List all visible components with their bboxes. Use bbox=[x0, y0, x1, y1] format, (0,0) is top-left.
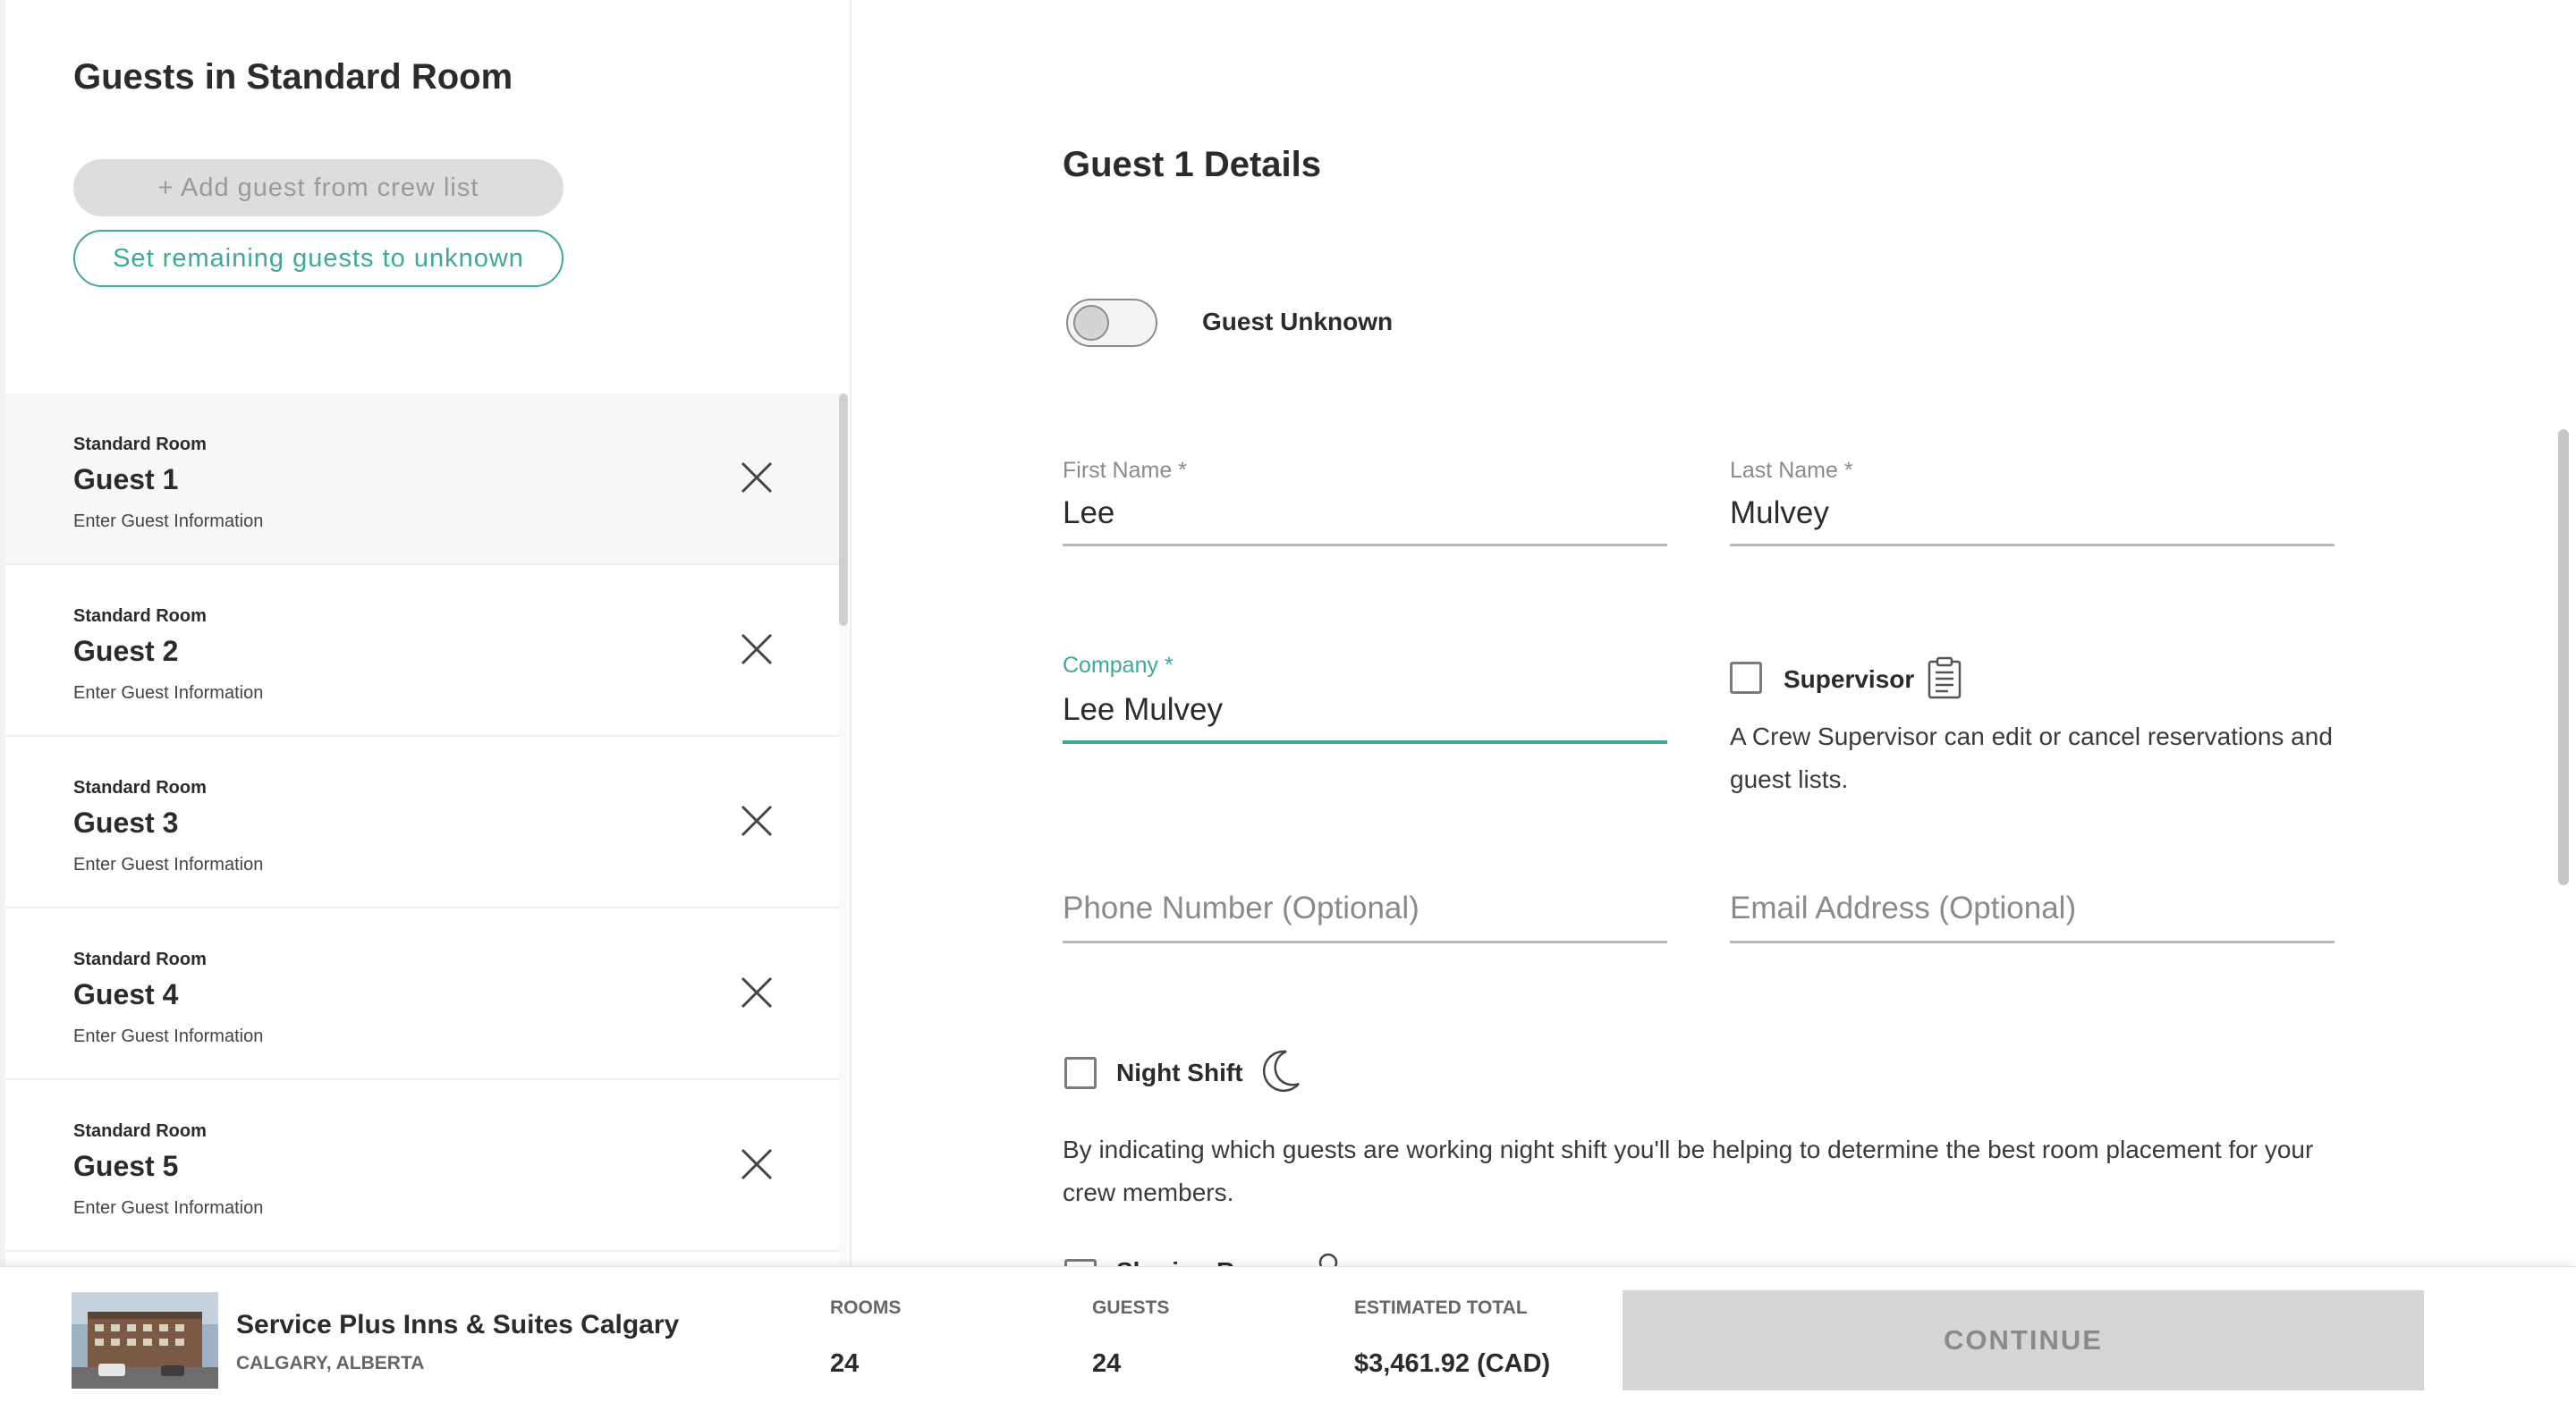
first-name-label: First Name * bbox=[1063, 458, 1187, 483]
first-name-input[interactable] bbox=[1063, 490, 1667, 537]
guest-subtitle: Enter Guest Information bbox=[73, 511, 264, 531]
moon-icon bbox=[1262, 1050, 1300, 1093]
booking-summary-bar: Service Plus Inns & Suites Calgary CALGA… bbox=[0, 1266, 2576, 1411]
toggle-knob bbox=[1073, 305, 1109, 341]
form-title: Guest 1 Details bbox=[1063, 145, 1322, 184]
company-input[interactable] bbox=[1063, 687, 1667, 733]
guest-list-item[interactable]: Standard Room Guest 1 Enter Guest Inform… bbox=[5, 393, 844, 565]
guest-subtitle: Enter Guest Information bbox=[73, 683, 264, 703]
guest-name: Guest 3 bbox=[73, 807, 179, 839]
field-underline bbox=[1730, 941, 2334, 943]
first-name-field: First Name * bbox=[1063, 458, 1667, 547]
estimated-total-value: $3,461.92 (CAD) bbox=[1354, 1349, 1551, 1378]
app-root: Guests in Standard Room + Add guest from… bbox=[0, 0, 2576, 1411]
page-scrollbar[interactable] bbox=[2558, 429, 2569, 885]
night-shift-checkbox[interactable] bbox=[1064, 1057, 1097, 1089]
field-underline bbox=[1063, 740, 1667, 744]
guest-list-item[interactable]: Standard Room Guest 2 Enter Guest Inform… bbox=[5, 565, 844, 737]
last-name-input[interactable] bbox=[1730, 490, 2334, 537]
guest-list: Standard Room Guest 1 Enter Guest Inform… bbox=[5, 393, 844, 1270]
rooms-label: ROOMS bbox=[830, 1297, 902, 1318]
company-field: Company * bbox=[1063, 653, 1667, 746]
remove-guest-icon[interactable] bbox=[739, 975, 775, 1010]
field-underline bbox=[1730, 544, 2334, 546]
room-type-label: Standard Room bbox=[73, 435, 207, 454]
room-type-label: Standard Room bbox=[73, 1121, 207, 1141]
room-type-label: Standard Room bbox=[73, 778, 207, 798]
guest-list-item[interactable]: Standard Room Guest 3 Enter Guest Inform… bbox=[5, 737, 844, 908]
last-name-field: Last Name * bbox=[1730, 458, 2334, 547]
add-guest-from-crew-button[interactable]: + Add guest from crew list bbox=[73, 159, 564, 216]
room-type-label: Standard Room bbox=[73, 606, 207, 626]
supervisor-help-text: A Crew Supervisor can edit or cancel res… bbox=[1730, 722, 2333, 793]
remove-guest-icon[interactable] bbox=[739, 460, 775, 495]
guest-list-item[interactable]: Standard Room Guest 5 Enter Guest Inform… bbox=[5, 1080, 844, 1252]
guest-list-item[interactable]: Standard Room Guest 4 Enter Guest Inform… bbox=[5, 908, 844, 1080]
phone-input[interactable] bbox=[1063, 885, 1667, 932]
panel-title: Guests in Standard Room bbox=[73, 57, 513, 97]
remove-guest-icon[interactable] bbox=[739, 803, 775, 839]
last-name-label: Last Name * bbox=[1730, 458, 1853, 483]
guest-name: Guest 4 bbox=[73, 978, 179, 1010]
guest-unknown-toggle[interactable] bbox=[1066, 299, 1157, 347]
field-underline bbox=[1063, 544, 1667, 546]
supervisor-label: Supervisor bbox=[1784, 665, 1915, 693]
guest-unknown-label: Guest Unknown bbox=[1202, 308, 1394, 335]
remove-guest-icon[interactable] bbox=[739, 631, 775, 667]
guest-name: Guest 2 bbox=[73, 635, 179, 667]
estimated-total-label: ESTIMATED TOTAL bbox=[1354, 1297, 1528, 1318]
continue-button[interactable]: CONTINUE bbox=[1623, 1290, 2424, 1390]
guest-list-panel: Guests in Standard Room + Add guest from… bbox=[0, 0, 852, 1270]
supervisor-checkbox[interactable] bbox=[1730, 662, 1762, 694]
room-type-label: Standard Room bbox=[73, 950, 207, 969]
guests-label: GUESTS bbox=[1092, 1297, 1170, 1318]
rooms-value: 24 bbox=[830, 1349, 860, 1378]
guest-name: Guest 1 bbox=[73, 463, 179, 495]
remove-guest-icon[interactable] bbox=[739, 1146, 775, 1182]
set-remaining-unknown-button[interactable]: Set remaining guests to unknown bbox=[73, 230, 564, 287]
hotel-name: Service Plus Inns & Suites Calgary bbox=[236, 1310, 680, 1339]
clipboard-icon bbox=[1928, 656, 1962, 699]
hotel-photo bbox=[72, 1292, 218, 1389]
night-shift-help-text: By indicating which guests are working n… bbox=[1063, 1136, 2314, 1206]
hotel-location: CALGARY, ALBERTA bbox=[236, 1353, 425, 1373]
guest-subtitle: Enter Guest Information bbox=[73, 1027, 264, 1046]
phone-field bbox=[1063, 885, 1667, 944]
guest-name: Guest 5 bbox=[73, 1150, 179, 1182]
field-underline bbox=[1063, 941, 1667, 943]
company-label: Company * bbox=[1063, 653, 1174, 678]
email-input[interactable] bbox=[1730, 885, 2334, 932]
night-shift-label: Night Shift bbox=[1116, 1059, 1243, 1086]
guest-list-scrollbar[interactable] bbox=[839, 393, 848, 626]
guest-subtitle: Enter Guest Information bbox=[73, 1198, 264, 1218]
guest-subtitle: Enter Guest Information bbox=[73, 855, 264, 874]
guests-value: 24 bbox=[1092, 1349, 1122, 1378]
email-field bbox=[1730, 885, 2334, 944]
